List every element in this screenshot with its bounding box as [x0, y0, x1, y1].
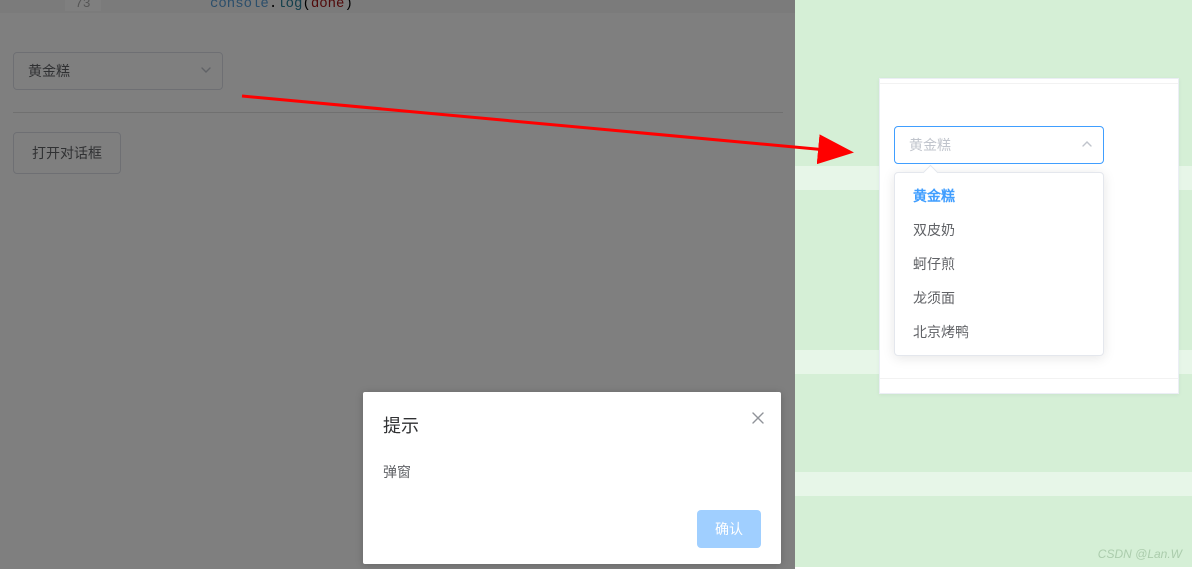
confirm-button[interactable]: 确认 [697, 510, 761, 548]
select-card: 黄金糕 黄金糕 双皮奶 蚵仔煎 龙须面 北京烤鸭 [879, 78, 1179, 394]
dialog-title: 提示 [383, 412, 761, 438]
dropdown-item[interactable]: 双皮奶 [895, 213, 1103, 247]
watermark: CSDN @Lan.W [1098, 547, 1182, 561]
select-card-inner: 黄金糕 黄金糕 双皮奶 蚵仔煎 龙须面 北京烤鸭 [880, 83, 1178, 379]
dialog: 提示 弹窗 确认 [363, 392, 781, 564]
chevron-up-icon [1081, 137, 1093, 153]
background-stripe [795, 472, 1192, 496]
dialog-body: 弹窗 [383, 462, 761, 482]
select-open[interactable]: 黄金糕 [894, 126, 1104, 164]
dropdown-item[interactable]: 龙须面 [895, 281, 1103, 315]
dropdown-item[interactable]: 蚵仔煎 [895, 247, 1103, 281]
dropdown-item[interactable]: 北京烤鸭 [895, 315, 1103, 349]
left-panel: 73 console.log(done) 黄金糕 打开对话框 提示 弹窗 确认 [0, 0, 795, 567]
dropdown: 黄金糕 双皮奶 蚵仔煎 龙须面 北京烤鸭 [894, 172, 1104, 356]
dialog-footer: 确认 [383, 510, 761, 548]
close-icon[interactable] [751, 410, 765, 428]
dropdown-item[interactable]: 黄金糕 [895, 179, 1103, 213]
select-open-placeholder: 黄金糕 [909, 135, 951, 155]
